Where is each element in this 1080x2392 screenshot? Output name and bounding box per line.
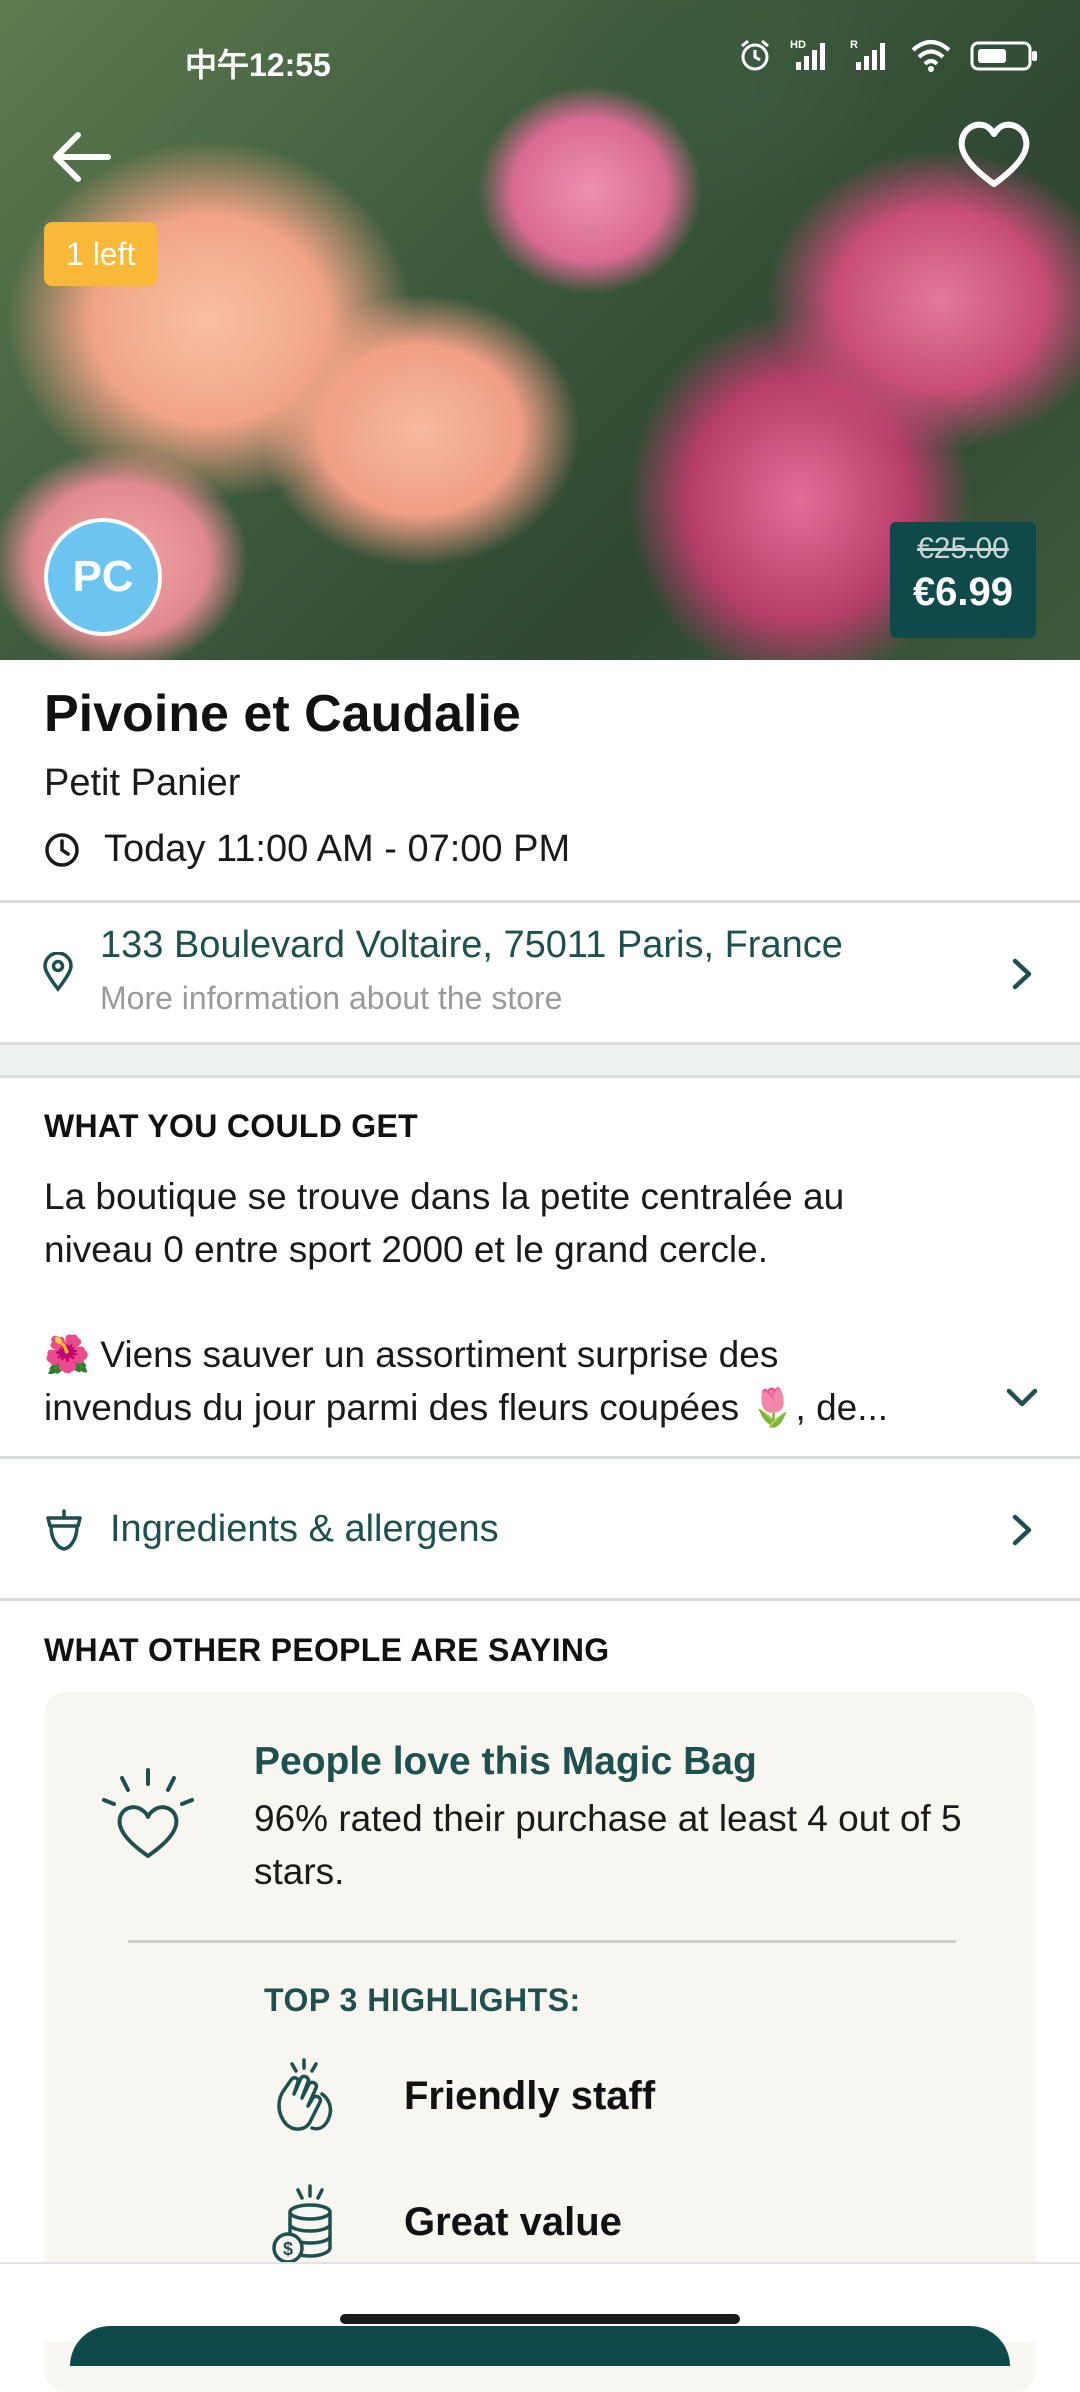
description-line: invendus du jour parmi des fleurs coupée…: [44, 1387, 889, 1428]
heart-icon: [958, 121, 1030, 187]
card-divider: [128, 1940, 956, 1943]
store-info-link: More information about the store: [100, 980, 563, 1016]
store-avatar: PC: [44, 518, 162, 636]
signal-r-icon: R: [850, 39, 885, 70]
highlight-item: Friendly staff: [264, 2054, 655, 2138]
description-paragraph-2: 🌺 Viens sauver un assortiment surprise d…: [44, 1328, 1004, 1434]
acorn-icon: [46, 1509, 82, 1551]
home-indicator[interactable]: [340, 2314, 740, 2324]
reviews-heading: WHAT OTHER PEOPLE ARE SAYING: [44, 1632, 610, 1668]
store-address: 133 Boulevard Voltaire, 75011 Paris, Fra…: [100, 924, 843, 966]
chevron-down-icon[interactable]: [1004, 1386, 1040, 1410]
status-time: 中午12:55: [185, 47, 331, 83]
wifi-icon: [911, 40, 951, 72]
reserve-button[interactable]: [70, 2326, 1010, 2366]
store-name: Pivoine et Caudalie: [44, 685, 521, 743]
highlight-label: Great value: [404, 2199, 622, 2244]
battery-icon: [970, 41, 1037, 71]
description-line: La boutique se trouve dans la petite cen…: [44, 1176, 845, 1217]
love-text: 96% rated their purchase at least 4 out …: [254, 1798, 962, 1892]
highlight-label: Friendly staff: [404, 2073, 656, 2118]
divider: [0, 1456, 1080, 1459]
clapping-hands-icon: [277, 2058, 333, 2131]
back-button[interactable]: [50, 125, 114, 189]
coins-icon: $: [272, 2184, 332, 2264]
alarm-icon: [741, 39, 769, 71]
ingredients-label: Ingredients & allergens: [110, 1508, 499, 1550]
items-left-badge: 1 left: [44, 222, 158, 286]
ingredients-row[interactable]: Ingredients & allergens: [0, 1460, 1080, 1600]
description-line: 🌺 Viens sauver un assortiment surprise d…: [44, 1334, 779, 1375]
description-line: niveau 0 entre sport 2000 et le grand ce…: [44, 1229, 769, 1270]
arrow-left-icon: [53, 132, 111, 182]
svg-text:R: R: [850, 39, 858, 51]
pickup-time-text: Today 11:00 AM - 07:00 PM: [104, 828, 571, 870]
price-box: €25.00 €6.99: [890, 522, 1036, 638]
description-paragraph-1: La boutique se trouve dans la petite cen…: [44, 1170, 1004, 1276]
original-price: €25.00: [917, 532, 1009, 565]
chevron-right-icon: [1012, 958, 1032, 990]
current-price: €6.99: [912, 570, 1014, 614]
highlight-item: $ Great value: [264, 2176, 622, 2268]
location-pin-icon: [43, 952, 73, 992]
svg-text:$: $: [283, 2239, 293, 2259]
divider: [0, 900, 1080, 903]
love-title: People love this Magic Bag: [254, 1740, 757, 1783]
pickup-time: Today 11:00 AM - 07:00 PM: [44, 828, 570, 871]
bag-type: Petit Panier: [44, 762, 241, 804]
address-row[interactable]: 133 Boulevard Voltaire, 75011 Paris, Fra…: [0, 904, 1080, 1042]
section-gap: [0, 1042, 1080, 1078]
svg-text:HD: HD: [790, 39, 806, 51]
clock-icon: [45, 832, 79, 867]
chevron-right-icon: [1012, 1514, 1032, 1546]
highlights-title: TOP 3 HIGHLIGHTS:: [264, 1982, 581, 2018]
hero-image: 中午12:55 HD R 1 left PC €25.00 €6.99: [0, 0, 1080, 660]
status-icons: HD R: [738, 38, 1040, 72]
what-you-get-heading: WHAT YOU COULD GET: [44, 1108, 418, 1144]
heart-sparkle-icon: [102, 1768, 194, 1858]
divider: [0, 1598, 1080, 1601]
favorite-button[interactable]: [956, 120, 1032, 190]
signal-hd-icon: HD: [790, 39, 825, 70]
status-bar: 中午12:55 HD R: [0, 30, 1080, 90]
